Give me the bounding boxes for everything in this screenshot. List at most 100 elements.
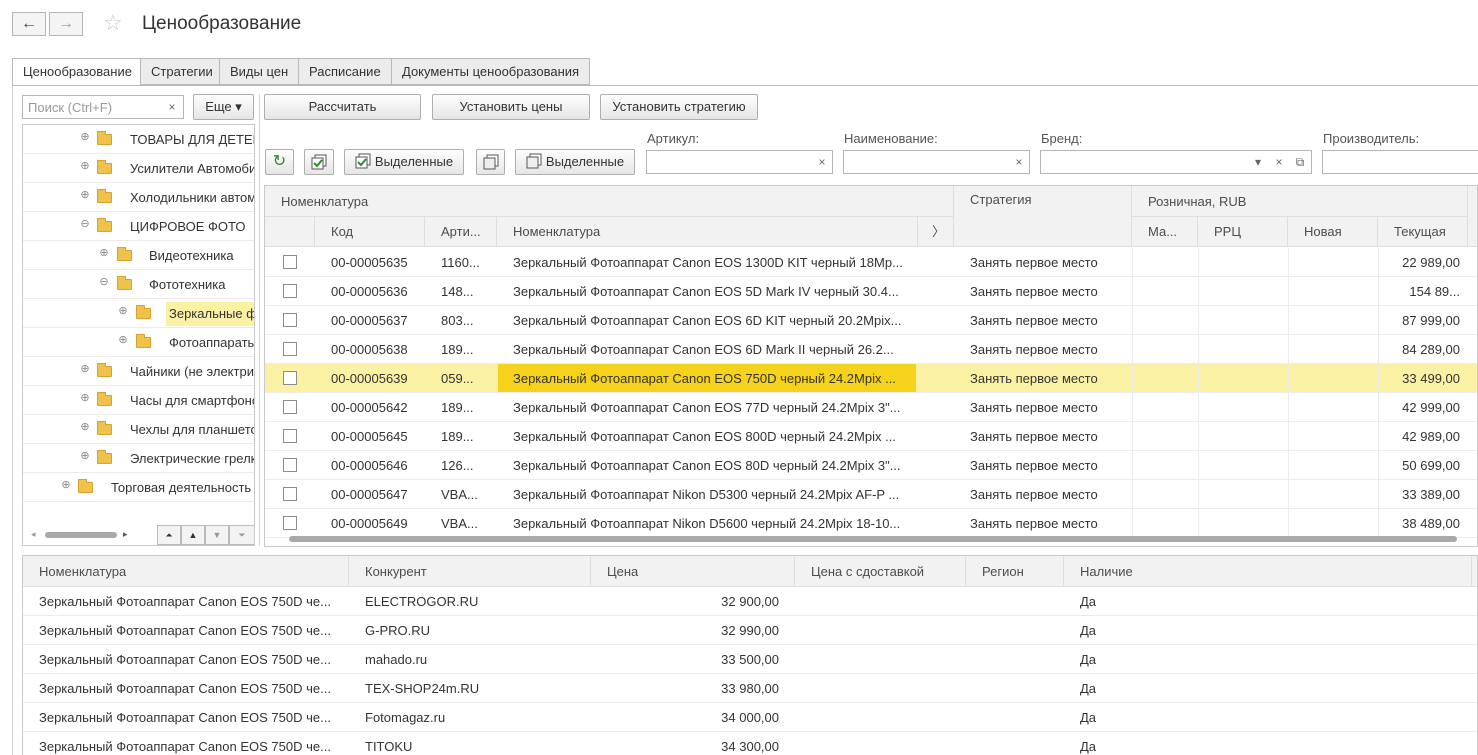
tree-down-button[interactable]: ▼ [205,525,229,545]
competitor-row[interactable]: Зеркальный Фотоаппарат Canon EOS 750D че… [23,674,1477,703]
scroll-right-icon[interactable]: ▸ [123,529,128,540]
table-row[interactable]: 00-00005637 803... Зеркальный Фотоаппарат … [265,306,1477,335]
row-checkbox[interactable] [283,487,297,501]
table-row[interactable]: 00-00005642 189... Зеркальный Фотоаппарат … [265,393,1477,422]
table-row[interactable]: 00-00005646 126... Зеркальный Фотоаппарат … [265,451,1477,480]
table-row[interactable]: 00-00005647 VBA... Зеркальный Фотоаппарат … [265,480,1477,509]
article-filter-input[interactable] [646,150,833,174]
table-row[interactable]: 00-00005649 VBA... Зеркальный Фотоаппарат … [265,509,1477,538]
row-checkbox[interactable] [283,458,297,472]
article-filter-clear[interactable]: × [812,150,832,174]
header-comp-competitor[interactable]: Конкурент [349,556,591,587]
tree-item[interactable]: ⊖ ЦИФРОВОЕ ФОТО [23,212,254,241]
competitor-row[interactable]: Зеркальный Фотоаппарат Canon EOS 750D че… [23,587,1477,616]
expand-icon[interactable]: ⊕ [80,161,90,172]
name-filter-input[interactable] [843,150,1030,174]
more-button[interactable]: Еще ▾ [193,94,254,120]
table-row[interactable]: 00-00005635 1160... Зеркальный Фотоаппарат… [265,248,1477,277]
uncheck-all-button[interactable] [476,149,505,175]
splitter[interactable] [259,94,260,546]
uncheck-selected-button[interactable]: Выделенные [515,149,635,175]
header-name[interactable]: Номенклатура [497,217,918,247]
tab-pricing[interactable]: Ценообразование [12,58,143,86]
refresh-button[interactable]: ↻ [265,149,294,175]
manufacturer-filter-input[interactable] [1322,150,1478,174]
tree-item[interactable]: ⊕ ТОВАРЫ ДЛЯ ДЕТЕЙ [23,125,254,154]
scroll-left-icon[interactable]: ◂ [31,529,36,540]
tree-first-button[interactable]: ⏶ [157,525,181,545]
header-comp-availability[interactable]: Наличие [1064,556,1472,587]
expand-icon[interactable]: ⊕ [80,364,90,375]
set-strategy-button[interactable]: Установить стратегию [600,94,758,120]
row-checkbox[interactable] [283,313,297,327]
tree-item[interactable]: ⊕ Чайники (не электрические) [23,357,254,386]
brand-filter-clear[interactable]: × [1269,150,1289,174]
tree-item[interactable]: ⊖ Фототехника [23,270,254,299]
name-filter-clear[interactable]: × [1009,150,1029,174]
tree-scrollbar-thumb[interactable] [45,532,117,538]
row-checkbox[interactable] [283,400,297,414]
tree-up-button[interactable]: ▲ [181,525,205,545]
tab-schedule[interactable]: Расписание [298,58,392,85]
expand-icon[interactable]: ⊕ [118,335,128,346]
tree-item[interactable]: ⊕ Чехлы для планшетов [23,415,254,444]
tree-item[interactable]: ⊕ Видеотехника [23,241,254,270]
row-checkbox[interactable] [283,284,297,298]
row-checkbox[interactable] [283,516,297,530]
tree-item[interactable]: ⊕ Холодильники автомобильные [23,183,254,212]
header-comp-region[interactable]: Регион [966,556,1064,587]
tree-item[interactable]: ⊕ Фотоаппараты [23,328,254,357]
expand-icon[interactable]: ⊕ [61,480,71,491]
row-checkbox[interactable] [283,342,297,356]
expand-icon[interactable]: ⊕ [80,422,90,433]
header-group-nomenclature[interactable]: Номенклатура [265,186,954,217]
row-checkbox[interactable] [283,255,297,269]
header-new[interactable]: Новая [1288,217,1378,247]
header-comp-price[interactable]: Цена [591,556,795,587]
tree-item-selected[interactable]: ⊕ Зеркальные фотоаппараты [23,299,254,328]
tab-price-types[interactable]: Виды цен [219,58,300,85]
back-button[interactable]: ← [12,12,46,36]
expand-icon[interactable]: ⊕ [80,451,90,462]
row-checkbox[interactable] [283,429,297,443]
row-checkbox[interactable] [283,371,297,385]
tree-last-button[interactable]: ⏷ [229,525,254,545]
header-strategy[interactable]: Стратегия [954,186,1132,247]
collapse-icon[interactable]: ⊖ [99,277,109,288]
expand-icon[interactable]: ⊕ [99,248,109,259]
tree-item[interactable]: ⊕ Часы для смартфонов [23,386,254,415]
check-all-button[interactable] [304,149,334,175]
tree-item[interactable]: ⊕ Электрические грелки [23,444,254,473]
header-expand-chevron[interactable]: 〉 [918,217,954,247]
expand-icon[interactable]: ⊕ [80,393,90,404]
table-row[interactable]: 00-00005645 189... Зеркальный Фотоаппарат … [265,422,1477,451]
table-row[interactable]: 00-00005638 189... Зеркальный Фотоаппарат … [265,335,1477,364]
brand-open-button[interactable]: ⧉ [1290,150,1310,174]
header-article[interactable]: Арти... [425,217,497,247]
header-group-retail[interactable]: Розничная, RUB [1132,186,1468,217]
brand-dropdown-button[interactable]: ▾ [1248,150,1268,174]
expand-icon[interactable]: ⊕ [80,132,90,143]
set-prices-button[interactable]: Установить цены [432,94,590,120]
calculate-button[interactable]: Рассчитать [264,94,421,120]
search-input[interactable]: Поиск (Ctrl+F) [22,95,184,119]
tree-item[interactable]: ⊕ Усилители Автомобильные [23,154,254,183]
competitor-row[interactable]: Зеркальный Фотоаппарат Canon EOS 750D че… [23,616,1477,645]
favorite-star-icon[interactable]: ☆ [103,10,123,36]
search-clear-button[interactable]: × [162,95,182,119]
competitor-row[interactable]: Зеркальный Фотоаппарат Canon EOS 750D че… [23,703,1477,732]
collapse-icon[interactable]: ⊖ [80,219,90,230]
competitor-row[interactable]: Зеркальный Фотоаппарат Canon EOS 750D че… [23,732,1477,755]
header-current[interactable]: Текущая [1378,217,1468,247]
table-row[interactable]: 00-00005636 148... Зеркальный Фотоаппарат … [265,277,1477,306]
header-comp-price-delivery[interactable]: Цена с сдоставкой [795,556,966,587]
table-row[interactable]: 00-00005639 059... Зеркальный Фотоаппарат … [265,364,1477,393]
expand-icon[interactable]: ⊕ [80,190,90,201]
check-selected-button[interactable]: Выделенные [344,149,464,175]
header-min[interactable]: Ма... [1132,217,1198,247]
competitor-row[interactable]: Зеркальный Фотоаппарат Canon EOS 750D че… [23,645,1477,674]
tree-item[interactable]: ⊕ Торговая деятельность [23,473,254,502]
tab-strategies[interactable]: Стратегии [140,58,224,85]
header-comp-name[interactable]: Номенклатура [23,556,349,587]
table-scrollbar-thumb[interactable] [289,536,1457,542]
